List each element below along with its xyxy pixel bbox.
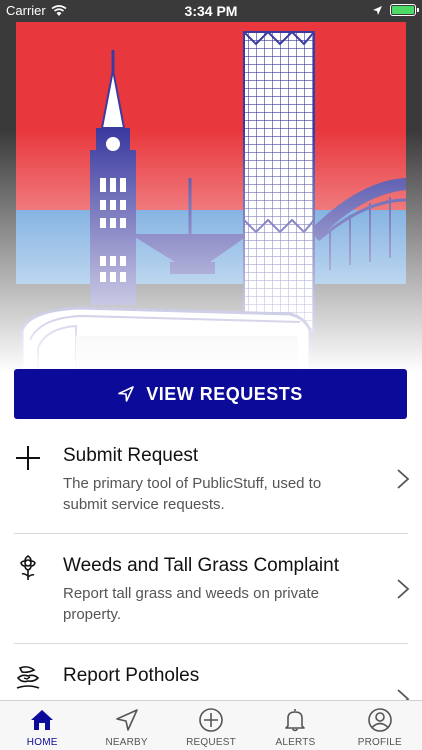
person-circle-icon (368, 708, 392, 732)
item-title: Report Potholes (63, 665, 200, 686)
item-title: Weeds and Tall Grass Complaint (63, 555, 339, 576)
item-description: The primary tool of PublicStuff, used to… (63, 475, 322, 513)
hero-illustration (0, 0, 422, 372)
plus-circle-icon (199, 708, 223, 732)
location-arrow-icon (115, 709, 138, 731)
location-arrow-icon (118, 386, 135, 402)
battery-icon (390, 4, 419, 16)
status-bar: Carrier 3:34 PM (0, 0, 422, 22)
pothole-icon (16, 666, 40, 689)
tab-label: ALERTS (275, 737, 316, 748)
bell-icon (285, 709, 306, 732)
tab-nearby[interactable]: NEARBY (84, 701, 168, 750)
list-item-submit-request[interactable]: Submit Request The primary tool of Publi… (0, 424, 422, 534)
plus-icon (16, 446, 40, 470)
chevron-right-icon (397, 469, 410, 489)
tab-alerts[interactable]: ALERTS (253, 701, 337, 750)
home-icon (31, 710, 54, 730)
tab-home[interactable]: HOME (0, 701, 84, 750)
flower-icon (20, 555, 36, 580)
tab-request[interactable]: REQUEST (169, 701, 253, 750)
view-requests-button[interactable]: VIEW REQUESTS (14, 369, 407, 419)
tab-label: REQUEST (186, 737, 236, 748)
list-item-weeds-complaint[interactable]: Weeds and Tall Grass Complaint Report ta… (0, 534, 422, 644)
status-time: 3:34 PM (184, 3, 238, 19)
item-title: Submit Request (63, 445, 199, 466)
tab-label: PROFILE (357, 737, 402, 748)
tab-label: HOME (26, 737, 58, 748)
tab-bar: HOME NEARBY REQUEST ALERTS PROFILE (0, 700, 422, 750)
item-description: Report tall grass and weeds on private p… (63, 585, 319, 623)
chevron-right-icon (397, 579, 410, 599)
tab-label: NEARBY (105, 737, 148, 748)
view-requests-label: VIEW REQUESTS (146, 383, 303, 404)
tab-profile[interactable]: PROFILE (338, 701, 422, 750)
location-services-icon (373, 5, 382, 15)
